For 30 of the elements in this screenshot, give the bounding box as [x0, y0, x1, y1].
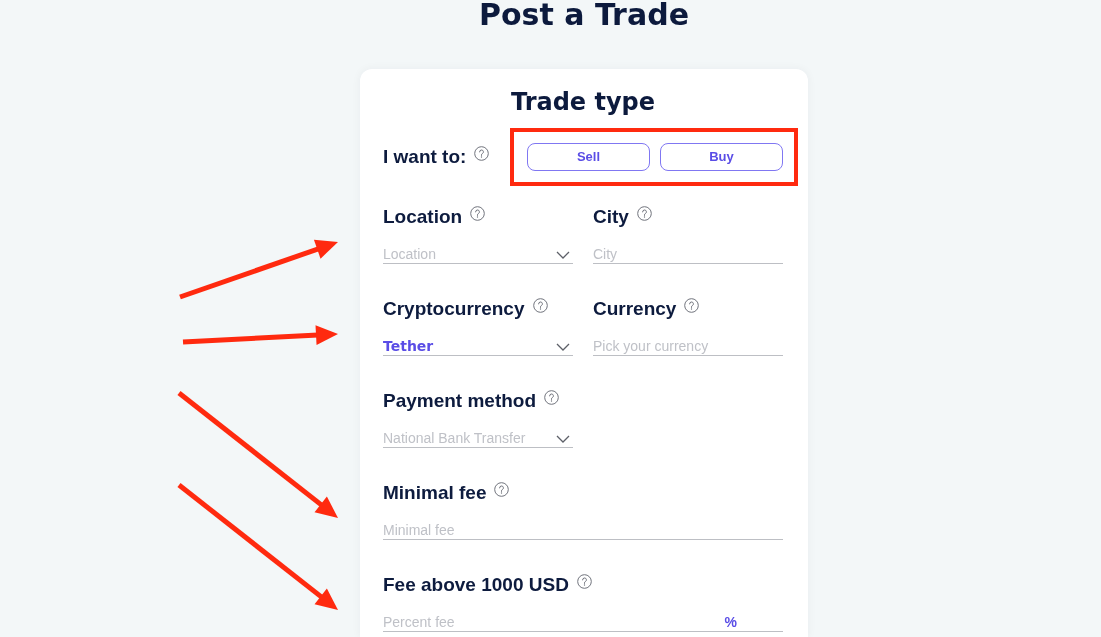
help-icon[interactable]: [470, 205, 486, 221]
chevron-down-icon: [556, 435, 570, 443]
help-icon[interactable]: [576, 573, 592, 589]
help-icon[interactable]: [636, 205, 652, 221]
field-label: City: [593, 205, 629, 229]
text-field[interactable]: Minimal fee: [383, 520, 783, 540]
field-label: Minimal fee: [383, 481, 487, 505]
field-label: Fee above 1000 USD: [383, 573, 569, 597]
field-label: Cryptocurrency: [383, 297, 525, 321]
dropdown-field[interactable]: Location: [383, 244, 573, 264]
field-label: Payment method: [383, 389, 537, 413]
field-label: Currency: [593, 297, 677, 321]
help-icon[interactable]: [532, 297, 548, 313]
text-field[interactable]: Pick your currency: [593, 336, 783, 356]
page-title: Post a Trade: [478, 0, 690, 30]
option-button[interactable]: Sell: [527, 143, 650, 171]
help-icon[interactable]: [474, 145, 490, 161]
help-icon[interactable]: [494, 481, 510, 497]
dropdown-field[interactable]: Tether: [383, 336, 573, 356]
option-button[interactable]: Buy: [660, 143, 783, 171]
help-icon[interactable]: [544, 389, 560, 405]
chevron-down-icon: [556, 343, 570, 351]
form-title: Trade type: [509, 87, 657, 117]
dropdown-field[interactable]: National Bank Transfer: [383, 428, 573, 448]
chevron-down-icon: [556, 251, 570, 259]
field-label: I want to:: [383, 145, 467, 169]
text-field[interactable]: City: [593, 244, 783, 264]
field-label: Location: [383, 205, 463, 229]
unit-suffix: %: [724, 613, 737, 631]
help-icon[interactable]: [684, 297, 700, 313]
